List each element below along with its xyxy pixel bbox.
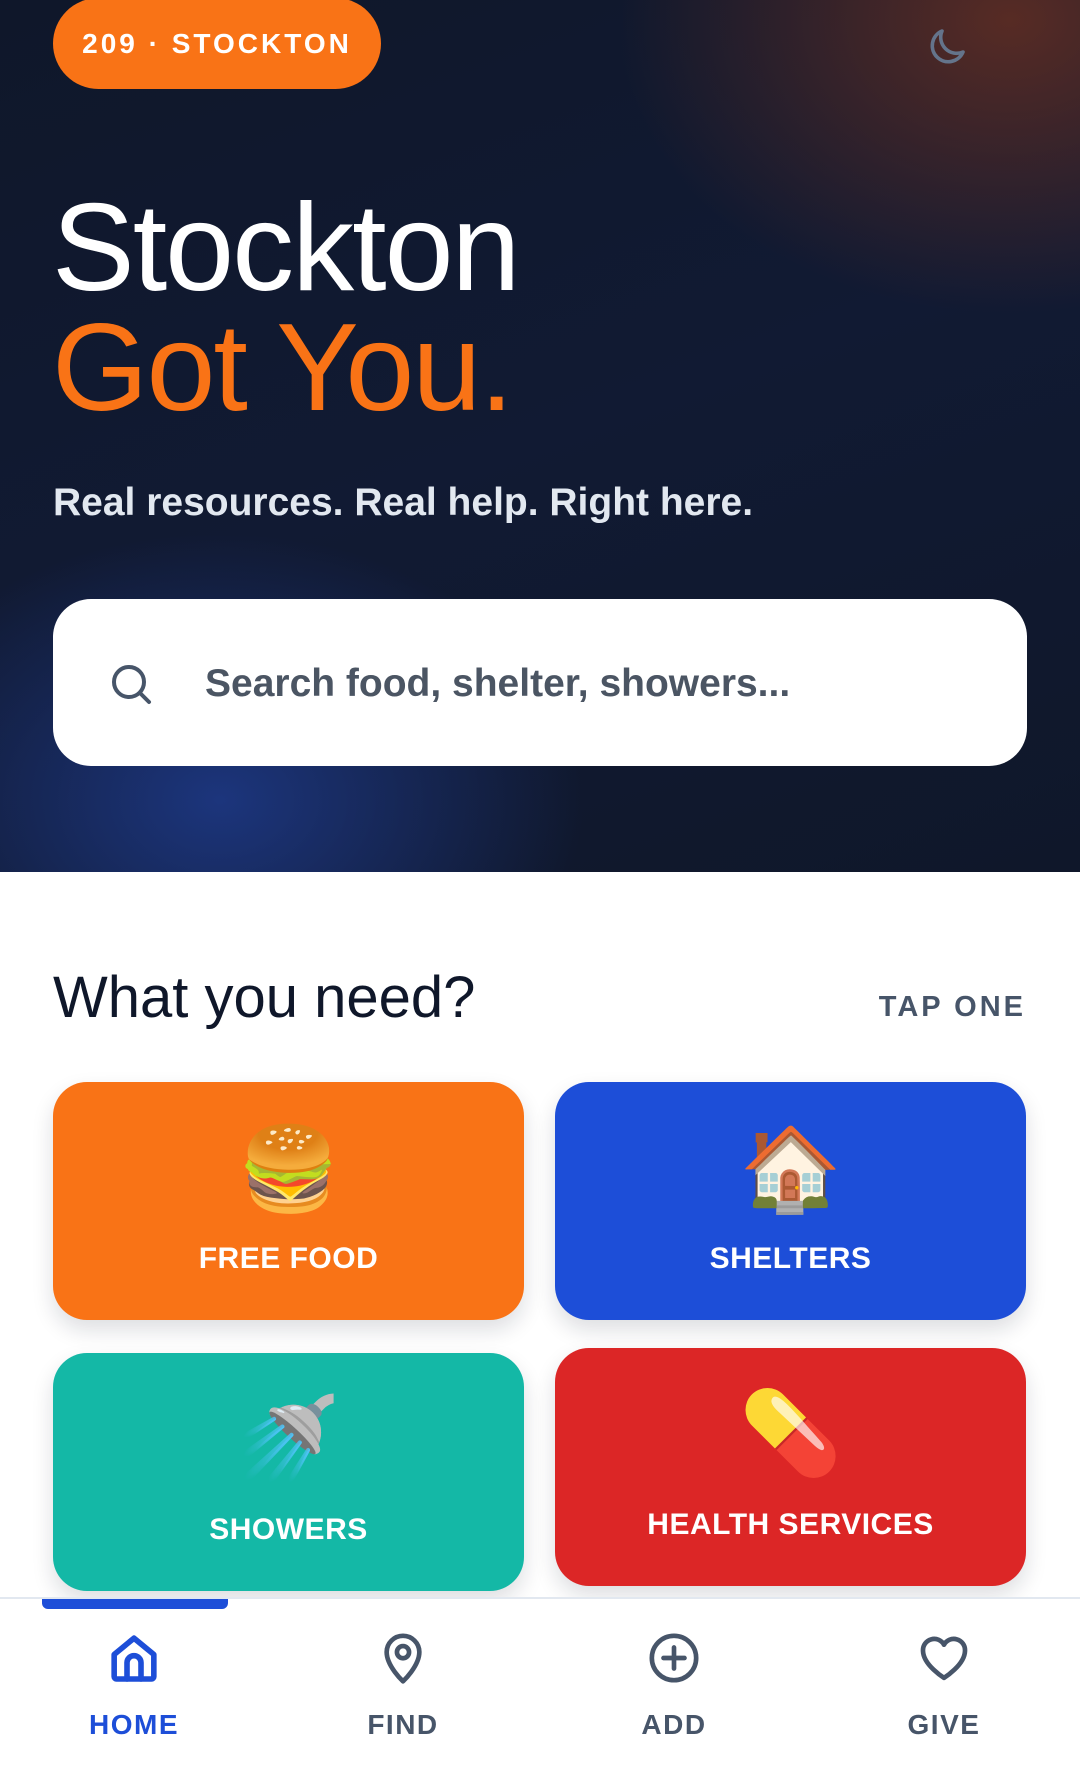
shelters-card[interactable]: 🏠 SHELTERS: [555, 1082, 1026, 1320]
heart-icon: [920, 1636, 968, 1681]
nav-label: GIVE: [907, 1709, 981, 1740]
theme-toggle-button[interactable]: [922, 22, 972, 72]
home-icon: [111, 1635, 157, 1682]
hero-title: Stockton: [52, 179, 520, 317]
search-icon: [112, 665, 151, 704]
nav-label: FIND: [367, 1709, 439, 1740]
house-icon: 🏠: [739, 1122, 842, 1217]
card-label: SHOWERS: [209, 1513, 368, 1546]
active-tab-indicator: [42, 1599, 228, 1609]
nav-label: HOME: [89, 1709, 179, 1740]
card-label: HEALTH SERVICES: [647, 1508, 934, 1541]
map-pin-icon: [384, 1633, 422, 1684]
nav-add[interactable]: ADD: [574, 1630, 774, 1750]
hero-title-accent: Got You.: [52, 299, 514, 437]
burger-icon: 🍔: [237, 1122, 340, 1217]
nav-home[interactable]: HOME: [34, 1630, 234, 1750]
section-hint: TAP ONE: [878, 991, 1026, 1023]
health-services-card[interactable]: 💊 HEALTH SERVICES: [555, 1348, 1026, 1586]
card-label: FREE FOOD: [198, 1242, 379, 1275]
search-placeholder: Search food, shelter, showers...: [205, 662, 791, 705]
pill-icon: 💊: [739, 1386, 842, 1481]
card-label: SHELTERS: [709, 1242, 872, 1275]
free-food-card[interactable]: 🍔 FREE FOOD: [53, 1082, 524, 1320]
section-title: What you need?: [53, 965, 476, 1030]
shower-icon: 🚿: [237, 1391, 340, 1486]
plus-circle-icon: [649, 1633, 699, 1683]
city-badge[interactable]: 209 · STOCKTON: [53, 0, 381, 89]
nav-label: ADD: [641, 1709, 707, 1740]
showers-card[interactable]: 🚿 SHOWERS: [53, 1353, 524, 1591]
hero-tagline: Real resources. Real help. Right here.: [53, 481, 754, 524]
nav-give[interactable]: GIVE: [844, 1630, 1044, 1750]
nav-find[interactable]: FIND: [303, 1630, 503, 1750]
moon-icon: [930, 29, 965, 64]
